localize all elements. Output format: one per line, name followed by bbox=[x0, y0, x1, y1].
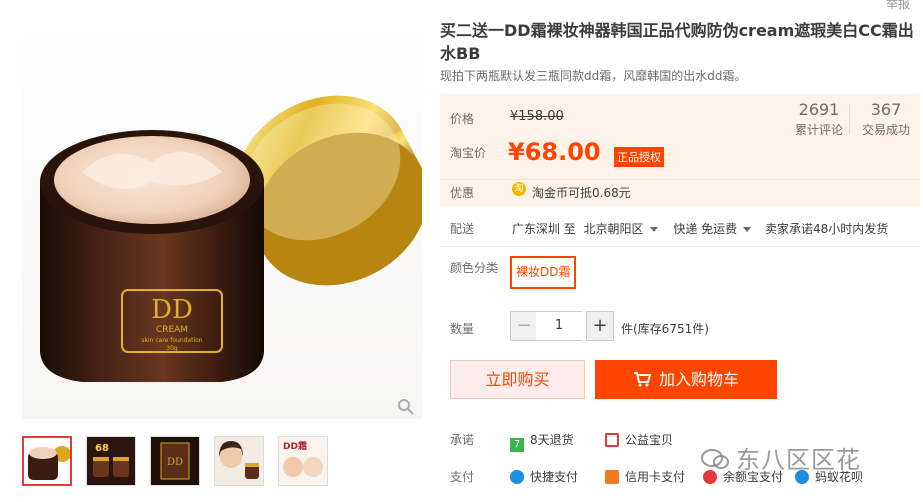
taobao-coin-icon: 淘 bbox=[512, 182, 526, 196]
thumb-model-image bbox=[215, 437, 263, 485]
taobao-price: ¥68.00 bbox=[508, 138, 601, 166]
svg-text:DD: DD bbox=[167, 457, 183, 468]
reviews-stat[interactable]: 2691 累计评论 bbox=[790, 100, 848, 138]
svg-text:68: 68 bbox=[95, 443, 109, 454]
divider bbox=[440, 246, 920, 247]
shipping-from: 广东深圳 至 bbox=[511, 222, 576, 236]
dd-cream-jar-illustration: DD CREAM skin care foundation 30g bbox=[40, 95, 422, 415]
chevron-down-icon bbox=[649, 227, 658, 232]
quantity-decrease-button[interactable]: − bbox=[510, 311, 538, 341]
buy-now-button[interactable]: 立即购买 bbox=[450, 360, 585, 399]
reviews-count: 2691 bbox=[798, 100, 840, 119]
sales-label: 交易成功 bbox=[861, 123, 910, 137]
shipping-method[interactable]: 快递 免运费 bbox=[673, 222, 752, 236]
seven-day-return[interactable]: 7 8天退货 bbox=[510, 431, 574, 452]
quick-pay-text: 快捷支付 bbox=[530, 470, 579, 484]
thumbnail-2[interactable]: 68 bbox=[86, 436, 136, 486]
promo-text: 淘金币可抵0.68元 bbox=[532, 186, 631, 200]
svg-text:CREAM: CREAM bbox=[156, 325, 188, 335]
quick-pay[interactable]: 快捷支付 bbox=[510, 468, 578, 485]
watermark-text: 东八区区花 bbox=[736, 446, 861, 474]
report-link[interactable]: 举报 bbox=[886, 0, 910, 12]
credit-card-text: 信用卡支付 bbox=[625, 470, 686, 484]
thumb-promo-image: 68 bbox=[87, 437, 135, 485]
charity-item[interactable]: 公益宝贝 bbox=[605, 431, 673, 448]
main-product-image[interactable]: DD CREAM skin care foundation 30g bbox=[22, 22, 422, 419]
quantity-input[interactable]: 1 bbox=[536, 311, 582, 341]
thumbnail-3[interactable]: DD bbox=[150, 436, 200, 486]
shipping-label: 配送 bbox=[450, 222, 475, 236]
add-to-cart-label: 加入购物车 bbox=[658, 370, 739, 389]
original-price: ¥158.00 bbox=[510, 109, 564, 124]
reviews-label: 累计评论 bbox=[794, 123, 843, 137]
add-to-cart-button[interactable]: 加入购物车 bbox=[595, 360, 777, 399]
quick-pay-icon bbox=[510, 470, 524, 484]
svg-text:DD霜: DD霜 bbox=[283, 441, 307, 452]
product-subtitle: 现拍下两瓶默认发三瓶同款dd霜，风靡韩国的出水dd霜。 bbox=[440, 69, 747, 83]
payment-label: 支付 bbox=[450, 470, 475, 484]
quantity-increase-button[interactable]: + bbox=[586, 311, 614, 341]
thumbnail-4[interactable] bbox=[214, 436, 264, 486]
product-title: 买二送一DD霜裸妆神器韩国正品代购防伪cream遮瑕美白CC霜出水BB bbox=[440, 21, 914, 63]
thumb-box-image: DD bbox=[151, 437, 199, 485]
svg-text:30g: 30g bbox=[166, 345, 178, 352]
sku-label: 颜色分类 bbox=[450, 261, 499, 275]
svg-text:skin care foundation: skin care foundation bbox=[141, 337, 202, 344]
thumb-compare-image: DD霜 bbox=[279, 437, 327, 485]
charity-text: 公益宝贝 bbox=[625, 433, 674, 447]
thumbnail-5[interactable]: DD霜 bbox=[278, 436, 328, 486]
credit-card-pay[interactable]: 信用卡支付 bbox=[605, 468, 685, 485]
zoom-icon[interactable] bbox=[398, 399, 414, 415]
thumbnail-1[interactable] bbox=[22, 436, 72, 486]
shipping-row: 配送 广东深圳 至 北京朝阳区 快递 免运费 卖家承诺48小时内发货 bbox=[440, 220, 920, 237]
shipping-method-text: 快递 免运费 bbox=[673, 222, 738, 236]
sales-stat: 367 交易成功 bbox=[856, 100, 916, 138]
charity-icon bbox=[605, 433, 619, 447]
price-panel: 价格 ¥158.00 淘宝价 ¥68.00 正品授权 2691 累计评论 367… bbox=[440, 94, 920, 206]
quantity-label: 数量 bbox=[450, 322, 475, 336]
wechat-icon bbox=[701, 449, 729, 469]
chevron-down-icon bbox=[743, 227, 752, 232]
credit-card-icon bbox=[605, 470, 619, 484]
taobao-price-label: 淘宝价 bbox=[450, 146, 487, 160]
price-divider bbox=[440, 179, 920, 180]
authorized-badge: 正品授权 bbox=[614, 147, 664, 167]
cart-icon bbox=[633, 372, 652, 387]
seven-day-return-text: 8天退货 bbox=[530, 433, 574, 447]
seven-day-return-icon: 7 bbox=[510, 438, 524, 452]
shipping-destination[interactable]: 北京朝阳区 bbox=[584, 222, 658, 236]
watermark: 东八区区花 bbox=[700, 440, 861, 475]
promo-label: 优惠 bbox=[450, 186, 475, 200]
sku-option-nude-dd[interactable]: 裸妆DD霜 bbox=[510, 256, 577, 289]
sales-count: 367 bbox=[870, 100, 902, 119]
svg-text:DD: DD bbox=[151, 295, 193, 325]
stats-divider bbox=[849, 104, 850, 134]
stock-text: 件(库存6751件) bbox=[621, 322, 709, 336]
shipping-promise: 卖家承诺48小时内发货 bbox=[765, 222, 889, 236]
shipping-destination-text: 北京朝阳区 bbox=[583, 222, 644, 236]
original-price-label: 价格 bbox=[450, 112, 475, 126]
guarantee-label: 承诺 bbox=[450, 433, 475, 447]
thumb-jar-image bbox=[28, 446, 70, 480]
